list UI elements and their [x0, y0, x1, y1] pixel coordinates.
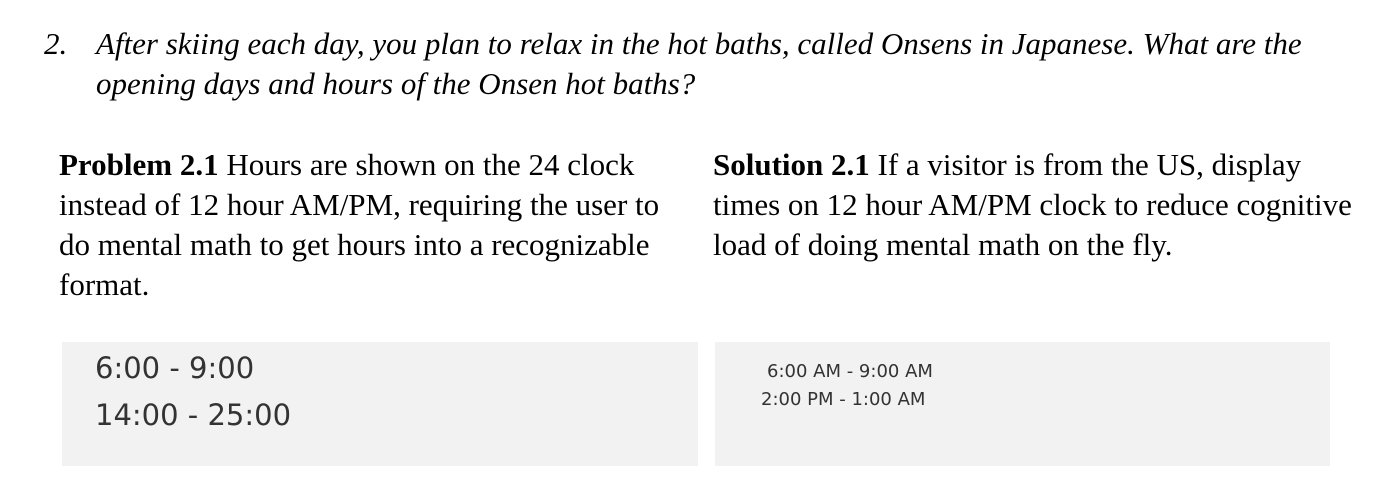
solution-hours-line: 2:00 PM - 1:00 AM — [761, 389, 926, 410]
problem-hours-line: 6:00 - 9:00 — [95, 351, 255, 385]
problem-label: Problem 2.1 — [59, 147, 219, 182]
solution-hours-example: 6:00 AM - 9:00 AM 2:00 PM - 1:00 AM — [715, 342, 1330, 466]
solution-description: Solution 2.1 If a visitor is from the US… — [713, 145, 1353, 265]
solution-label: Solution 2.1 — [713, 147, 870, 182]
problem-hours-line: 14:00 - 25:00 — [95, 398, 292, 432]
question-text: After skiing each day, you plan to relax… — [96, 26, 1302, 101]
question-number: 2. — [44, 26, 68, 61]
problem-hours-example: 6:00 - 9:00 14:00 - 25:00 — [62, 342, 698, 466]
question: 2. After skiing each day, you plan to re… — [44, 24, 1374, 104]
problem-description: Problem 2.1 Hours are shown on the 24 cl… — [59, 145, 689, 305]
solution-hours-line: 6:00 AM - 9:00 AM — [767, 361, 933, 382]
